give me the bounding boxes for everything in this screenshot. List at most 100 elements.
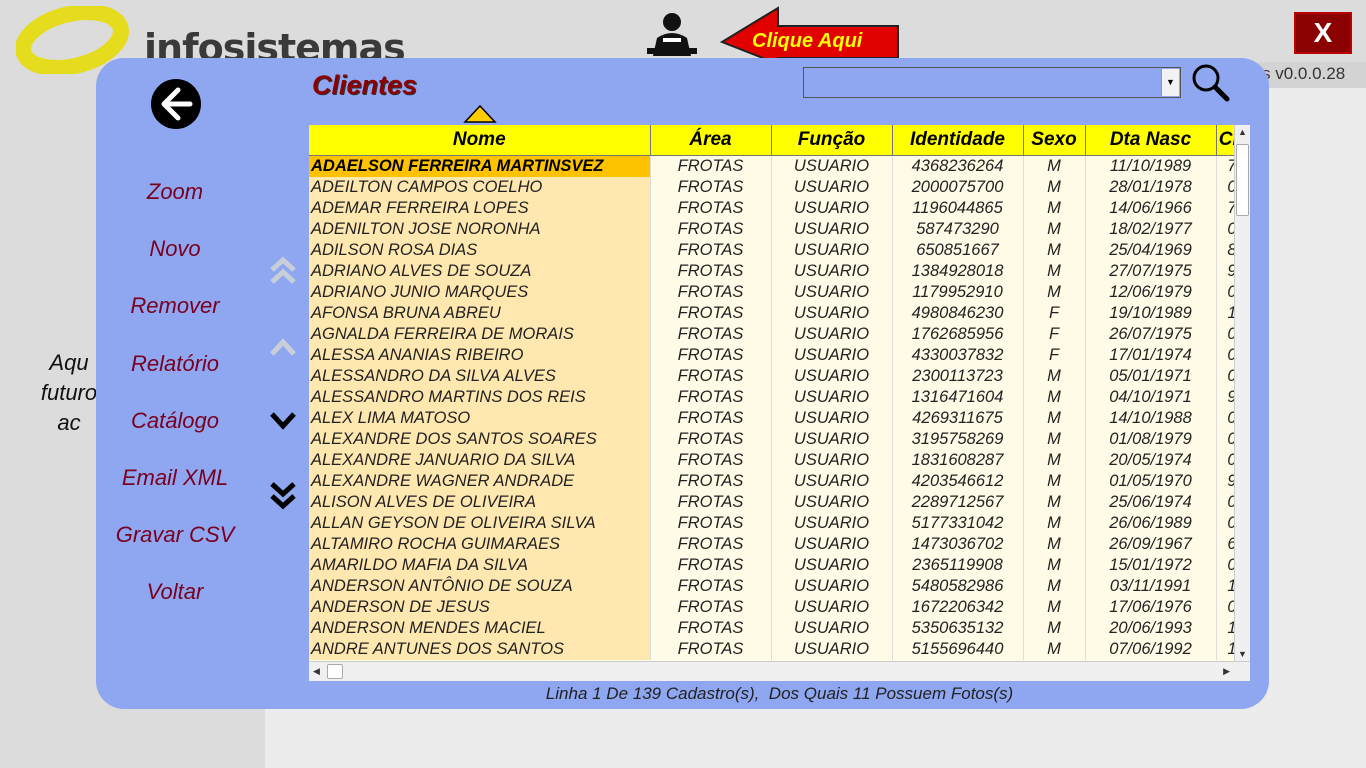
double-up-icon[interactable] [268,254,298,286]
table-row[interactable]: ALESSANDRO MARTINS DOS REIS FROTAS USUARIO… [309,386,1249,408]
table-row[interactable]: ADENILTON JOSE NORONHA FROTAS USUARIO 58747… [309,218,1249,240]
cell-nome[interactable]: ALESSA ANANIAS RIBEIRO [309,344,651,366]
cell-nome[interactable]: ALEXANDRE WAGNER ANDRADE [309,470,651,492]
table-row[interactable]: ADRIANO JUNIO MARQUES FROTAS USUARIO 117995… [309,281,1249,303]
table-row[interactable]: ALEXANDRE WAGNER ANDRADE FROTAS USUARIO 420… [309,470,1249,492]
cell-funcao[interactable]: USUARIO [771,575,893,597]
cell-identidade[interactable]: 5155696440 [892,638,1024,660]
cell-dta-nasc[interactable]: 11/10/1989 [1085,155,1217,177]
cell-area[interactable]: FROTAS [650,323,772,345]
cell-identidade[interactable]: 1473036702 [892,533,1024,555]
vertical-scrollbar[interactable]: ▲ ▼ [1234,125,1250,661]
cell-identidade[interactable]: 2289712567 [892,491,1024,513]
scroll-left-icon[interactable]: ◀ [313,666,320,677]
cell-funcao[interactable]: USUARIO [771,596,893,618]
cell-funcao[interactable]: USUARIO [771,512,893,534]
cell-sexo[interactable]: M [1023,407,1086,429]
cell-area[interactable]: FROTAS [650,533,772,555]
cell-identidade[interactable]: 3195758269 [892,428,1024,450]
cell-identidade[interactable]: 5177331042 [892,512,1024,534]
cell-identidade[interactable]: 1831608287 [892,449,1024,471]
cell-nome[interactable]: ADAELSON FERREIRA MARTINSVEZ [309,155,651,177]
cell-nome[interactable]: ALLAN GEYSON DE OLIVEIRA SILVA [309,512,651,534]
cell-nome[interactable]: ADEMAR FERREIRA LOPES [309,197,651,219]
menu-email-xml[interactable]: Email XML [100,464,250,521]
cell-nome[interactable]: ANDERSON ANTÔNIO DE SOUZA [309,575,651,597]
clients-grid[interactable]: Nome Área Função Identidade Sexo Dta Nas… [309,125,1250,681]
cell-funcao[interactable]: USUARIO [771,617,893,639]
cell-dta-nasc[interactable]: 25/04/1969 [1085,239,1217,261]
cell-nome[interactable]: ALEX LIMA MATOSO [309,407,651,429]
cell-area[interactable]: FROTAS [650,365,772,387]
cell-nome[interactable]: ADEILTON CAMPOS COELHO [309,176,651,198]
table-row[interactable]: ADRIANO ALVES DE SOUZA FROTAS USUARIO 13849… [309,260,1249,282]
cell-funcao[interactable]: USUARIO [771,491,893,513]
column-header-area[interactable]: Área [650,125,772,156]
column-header-dta-nasc[interactable]: Dta Nasc [1085,125,1217,156]
cell-nome[interactable]: ADILSON ROSA DIAS [309,239,651,261]
cell-funcao[interactable]: USUARIO [771,344,893,366]
cell-nome[interactable]: ALISON ALVES DE OLIVEIRA [309,491,651,513]
cell-sexo[interactable]: M [1023,176,1086,198]
menu-novo[interactable]: Novo [100,235,250,292]
cell-area[interactable]: FROTAS [650,554,772,576]
table-row[interactable]: ANDERSON ANTÔNIO DE SOUZA FROTAS USUARIO 54… [309,575,1249,597]
cell-dta-nasc[interactable]: 25/06/1974 [1085,491,1217,513]
cell-dta-nasc[interactable]: 20/06/1993 [1085,617,1217,639]
cell-dta-nasc[interactable]: 26/07/1975 [1085,323,1217,345]
cell-nome[interactable]: AGNALDA FERREIRA DE MORAIS [309,323,651,345]
cell-sexo[interactable]: M [1023,617,1086,639]
up-icon[interactable] [268,332,298,364]
cell-identidade[interactable]: 650851667 [892,239,1024,261]
cell-area[interactable]: FROTAS [650,617,772,639]
cell-identidade[interactable]: 1384928018 [892,260,1024,282]
cell-area[interactable]: FROTAS [650,155,772,177]
table-row[interactable]: ALTAMIRO ROCHA GUIMARAES FROTAS USUARIO 147… [309,533,1249,555]
cell-sexo[interactable]: M [1023,638,1086,660]
support-person-icon[interactable] [645,10,699,58]
cell-sexo[interactable]: M [1023,533,1086,555]
cell-sexo[interactable]: M [1023,470,1086,492]
search-icon[interactable] [1190,62,1230,102]
table-row[interactable]: ALISON ALVES DE OLIVEIRA FROTAS USUARIO 228… [309,491,1249,513]
sort-ascending-icon[interactable] [463,104,497,124]
cell-funcao[interactable]: USUARIO [771,260,893,282]
cell-sexo[interactable]: M [1023,386,1086,408]
search-select[interactable]: ▼ [803,67,1181,98]
cell-identidade[interactable]: 1672206342 [892,596,1024,618]
column-header-nome[interactable]: Nome [309,125,651,156]
cell-identidade[interactable]: 1762685956 [892,323,1024,345]
cell-area[interactable]: FROTAS [650,344,772,366]
table-row[interactable]: ANDERSON MENDES MACIEL FROTAS USUARIO 53506… [309,617,1249,639]
cell-nome[interactable]: AMARILDO MAFIA DA SILVA [309,554,651,576]
column-header-identidade[interactable]: Identidade [892,125,1024,156]
menu-zoom[interactable]: Zoom [100,178,250,235]
cell-funcao[interactable]: USUARIO [771,470,893,492]
cell-dta-nasc[interactable]: 12/06/1979 [1085,281,1217,303]
cell-dta-nasc[interactable]: 19/10/1989 [1085,302,1217,324]
table-row[interactable]: AMARILDO MAFIA DA SILVA FROTAS USUARIO 2365… [309,554,1249,576]
cell-funcao[interactable]: USUARIO [771,239,893,261]
cell-area[interactable]: FROTAS [650,386,772,408]
cell-identidade[interactable]: 2300113723 [892,365,1024,387]
cell-dta-nasc[interactable]: 20/05/1974 [1085,449,1217,471]
horizontal-scrollbar[interactable]: ◀ ▶ [309,661,1250,681]
cell-funcao[interactable]: USUARIO [771,554,893,576]
menu-remover[interactable]: Remover [100,292,250,349]
menu-relatorio[interactable]: Relatório [100,350,250,407]
cell-area[interactable]: FROTAS [650,449,772,471]
cell-sexo[interactable]: M [1023,512,1086,534]
cell-identidade[interactable]: 4269311675 [892,407,1024,429]
menu-voltar[interactable]: Voltar [100,578,250,635]
cell-funcao[interactable]: USUARIO [771,176,893,198]
cell-funcao[interactable]: USUARIO [771,386,893,408]
cell-sexo[interactable]: M [1023,239,1086,261]
cell-sexo[interactable]: M [1023,491,1086,513]
cell-identidade[interactable]: 5480582986 [892,575,1024,597]
close-button[interactable]: X [1294,12,1352,54]
cell-sexo[interactable]: M [1023,449,1086,471]
back-arrow-icon[interactable] [150,78,202,130]
cell-identidade[interactable]: 4368236264 [892,155,1024,177]
cell-nome[interactable]: ADENILTON JOSE NORONHA [309,218,651,240]
cell-identidade[interactable]: 4980846230 [892,302,1024,324]
